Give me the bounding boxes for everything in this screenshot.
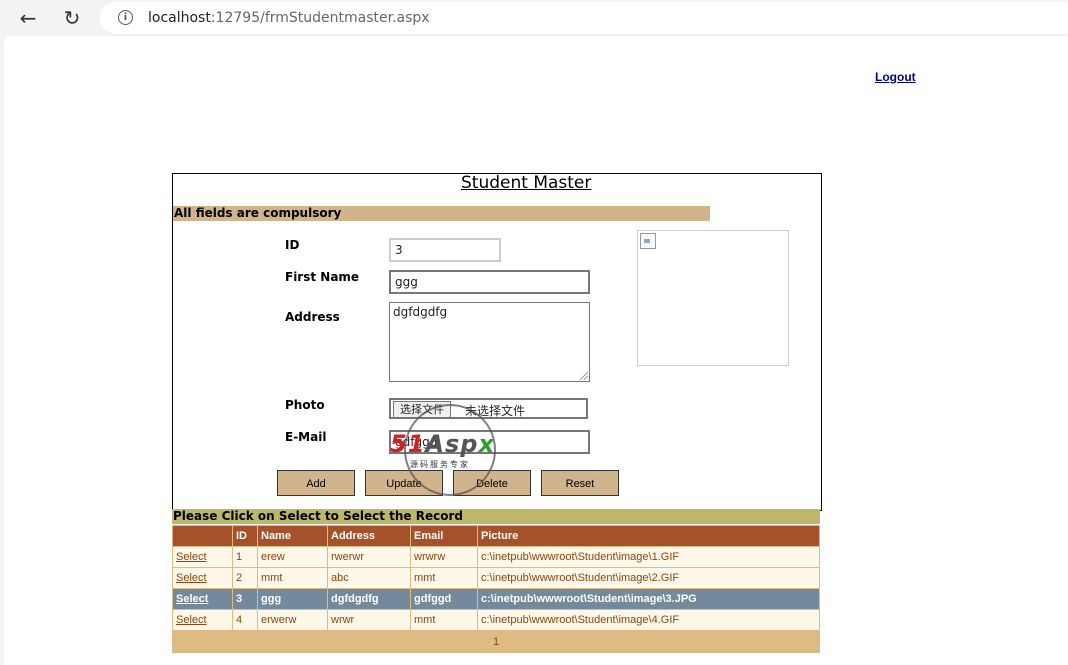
name-cell: ggg — [257, 588, 328, 610]
name-cell: erew — [257, 546, 328, 568]
resize-grip-icon[interactable] — [580, 372, 588, 380]
name-cell: erwerw — [257, 609, 328, 631]
pager-page-1[interactable]: 1 — [172, 630, 820, 653]
id-cell: 3 — [232, 588, 258, 610]
id-cell: 1 — [232, 546, 258, 568]
back-arrow-icon[interactable]: ← — [17, 7, 39, 29]
picture-cell: c:\inetpub\wwwroot\Student\image\4.GIF — [477, 609, 820, 631]
browser-toolbar: ← ↻ i localhost:12795/frmStudentmaster.a… — [0, 0, 1068, 36]
id-field[interactable]: 3 — [389, 238, 501, 262]
url-path: :12795/frmStudentmaster.aspx — [210, 10, 430, 26]
col-header-name: Name — [257, 525, 328, 547]
table-row: Select 1 erew rwerwr wrwrw c:\inetpub\ww… — [172, 546, 820, 568]
watermark-logo-part3: x — [478, 430, 495, 458]
info-icon[interactable]: i — [118, 10, 133, 25]
student-photo — [637, 230, 789, 366]
watermark-logo: 51Aspx — [390, 430, 495, 458]
id-cell: 4 — [232, 609, 258, 631]
page-title: Student Master — [461, 173, 592, 193]
id-label: ID — [285, 238, 300, 252]
photo-label: Photo — [285, 398, 325, 412]
address-cell: wrwr — [327, 609, 411, 631]
picture-cell: c:\inetpub\wwwroot\Student\image\1.GIF — [477, 546, 820, 568]
reload-icon[interactable]: ↻ — [61, 7, 83, 29]
email-cell: wrwrw — [410, 546, 478, 568]
student-grid: ID Name Address Email Picture Select 1 e… — [172, 525, 820, 653]
broken-image-icon — [640, 233, 656, 249]
address-label: Address — [285, 310, 340, 324]
select-cell: Select — [172, 567, 233, 589]
add-button[interactable]: Add — [277, 470, 355, 496]
select-cell: Select — [172, 588, 233, 610]
col-header-address: Address — [327, 525, 411, 547]
picture-cell: c:\inetpub\wwwroot\Student\image\3.JPG — [477, 588, 820, 610]
select-link[interactable]: Select — [176, 614, 207, 626]
selected-table-row: Select 3 ggg dgfdgdfg gdfggd c:\inetpub\… — [172, 588, 820, 610]
grid-header-row: ID Name Address Email Picture — [172, 525, 820, 547]
url-text: localhost:12795/frmStudentmaster.aspx — [148, 10, 430, 26]
table-row: Select 2 mmt abc mmt c:\inetpub\wwwroot\… — [172, 567, 820, 589]
col-header-select — [172, 525, 233, 547]
address-bar[interactable]: i localhost:12795/frmStudentmaster.aspx — [100, 2, 1068, 34]
email-cell: gdfggd — [410, 588, 478, 610]
reset-button[interactable]: Reset — [541, 470, 619, 496]
select-link[interactable]: Select — [176, 551, 207, 563]
required-notice: All fields are compulsory — [173, 206, 710, 221]
grid-pager-row: 1 — [172, 630, 820, 653]
picture-cell: c:\inetpub\wwwroot\Student\image\2.GIF — [477, 567, 820, 589]
email-cell: mmt — [410, 609, 478, 631]
logout-link[interactable]: Logout — [875, 70, 916, 84]
address-textarea[interactable]: dgfdgdfg — [389, 302, 590, 382]
id-cell: 2 — [232, 567, 258, 589]
col-header-id: ID — [232, 525, 258, 547]
email-label: E-Mail — [285, 430, 327, 444]
email-cell: mmt — [410, 567, 478, 589]
url-host: localhost — [148, 10, 211, 26]
select-cell: Select — [172, 546, 233, 568]
select-link[interactable]: Select — [176, 593, 208, 605]
first-name-field[interactable]: ggg — [389, 270, 590, 294]
select-link[interactable]: Select — [176, 572, 207, 584]
address-cell: dgfdgdfg — [327, 588, 411, 610]
table-row: Select 4 erwerw wrwr mmt c:\inetpub\wwwr… — [172, 609, 820, 631]
select-cell: Select — [172, 609, 233, 631]
watermark-logo-part1: 51 — [390, 430, 426, 458]
watermark-logo-part2: Asp — [425, 430, 479, 458]
col-header-email: Email — [410, 525, 478, 547]
first-name-label: First Name — [285, 270, 360, 284]
address-value: dgfdgdfg — [393, 305, 448, 319]
watermark-subtitle: 源码服务专家 — [410, 460, 470, 469]
col-header-picture: Picture — [477, 525, 820, 547]
name-cell: mmt — [257, 567, 328, 589]
address-cell: rwerwr — [327, 546, 411, 568]
grid-caption: Please Click on Select to Select the Rec… — [172, 509, 820, 524]
address-cell: abc — [327, 567, 411, 589]
